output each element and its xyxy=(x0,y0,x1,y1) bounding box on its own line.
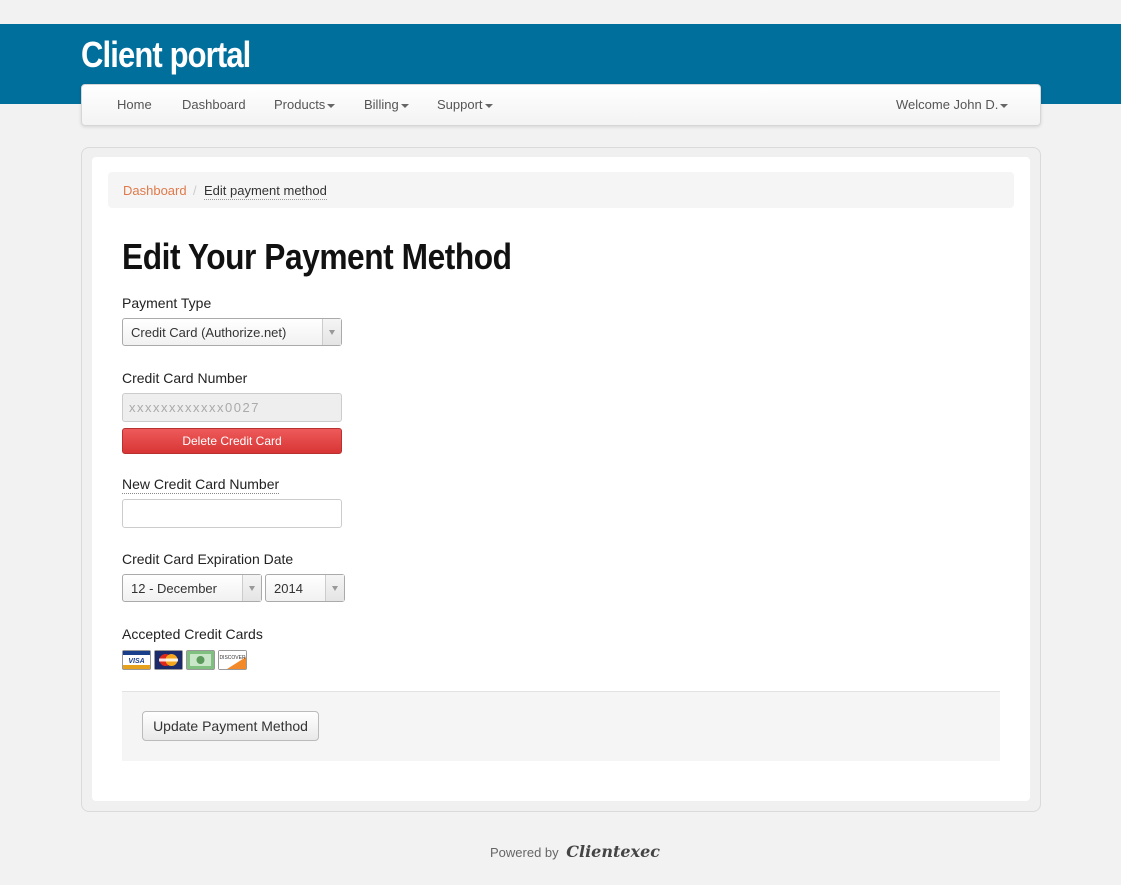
chevron-down-icon xyxy=(484,103,493,108)
svg-text:VISA: VISA xyxy=(128,658,144,665)
page-title: Edit Your Payment Method xyxy=(122,236,512,277)
accepted-cards-label: Accepted Credit Cards xyxy=(122,626,263,642)
breadcrumb-dashboard-link[interactable]: Dashboard xyxy=(123,183,187,198)
clientexec-logo[interactable]: Clientexec xyxy=(566,842,660,861)
payment-type-value: Credit Card (Authorize.net) xyxy=(131,325,287,340)
expiration-label: Credit Card Expiration Date xyxy=(122,551,294,567)
chevron-down-icon xyxy=(400,103,409,108)
svg-text:DISCOVER: DISCOVER xyxy=(219,655,246,661)
nav-home[interactable]: Home xyxy=(117,85,152,125)
nav-support-label: Support xyxy=(437,97,483,112)
nav-billing[interactable]: Billing xyxy=(364,85,409,125)
chevron-down-icon xyxy=(1000,103,1009,108)
nav-user-menu[interactable]: Welcome John D. xyxy=(896,85,1009,125)
dropdown-arrow-icon xyxy=(322,319,341,345)
expiration-year-value: 2014 xyxy=(274,581,303,596)
payment-type-label: Payment Type xyxy=(122,295,212,311)
footer: Powered by Clientexec xyxy=(490,842,660,861)
expiration-year-select[interactable]: 2014 xyxy=(265,574,345,602)
card-number-label: Credit Card Number xyxy=(122,370,248,386)
payment-type-select[interactable]: Credit Card (Authorize.net) xyxy=(122,318,342,346)
amex-icon xyxy=(186,650,215,670)
visa-icon: VISA xyxy=(122,650,151,670)
expiration-month-select[interactable]: 12 - December xyxy=(122,574,262,602)
expiration-month-value: 12 - December xyxy=(131,581,217,596)
powered-by-text: Powered by xyxy=(490,845,559,860)
nav-dashboard[interactable]: Dashboard xyxy=(182,85,246,125)
discover-icon: DISCOVER xyxy=(218,650,247,670)
breadcrumb-separator: / xyxy=(193,183,197,198)
nav-support[interactable]: Support xyxy=(437,85,493,125)
update-payment-method-button[interactable]: Update Payment Method xyxy=(142,711,319,741)
new-card-number-input[interactable] xyxy=(122,499,342,528)
nav-billing-label: Billing xyxy=(364,97,399,112)
nav-products-label: Products xyxy=(274,97,326,112)
chevron-down-icon xyxy=(327,103,336,108)
navbar: Home Dashboard Products Billing Support … xyxy=(81,84,1041,126)
card-number-field: xxxxxxxxxxxx0027 xyxy=(122,393,342,422)
breadcrumb: Dashboard / Edit payment method xyxy=(108,172,1014,208)
breadcrumb-current: Edit payment method xyxy=(204,183,327,200)
dropdown-arrow-icon xyxy=(242,575,261,601)
nav-user-label: Welcome John D. xyxy=(896,97,999,112)
new-card-number-label: New Credit Card Number xyxy=(122,476,280,494)
delete-credit-card-button[interactable]: Delete Credit Card xyxy=(122,428,342,454)
nav-products[interactable]: Products xyxy=(274,85,336,125)
brand-title[interactable]: Client portal xyxy=(81,34,251,76)
dropdown-arrow-icon xyxy=(325,575,344,601)
mastercard-icon xyxy=(154,650,183,670)
